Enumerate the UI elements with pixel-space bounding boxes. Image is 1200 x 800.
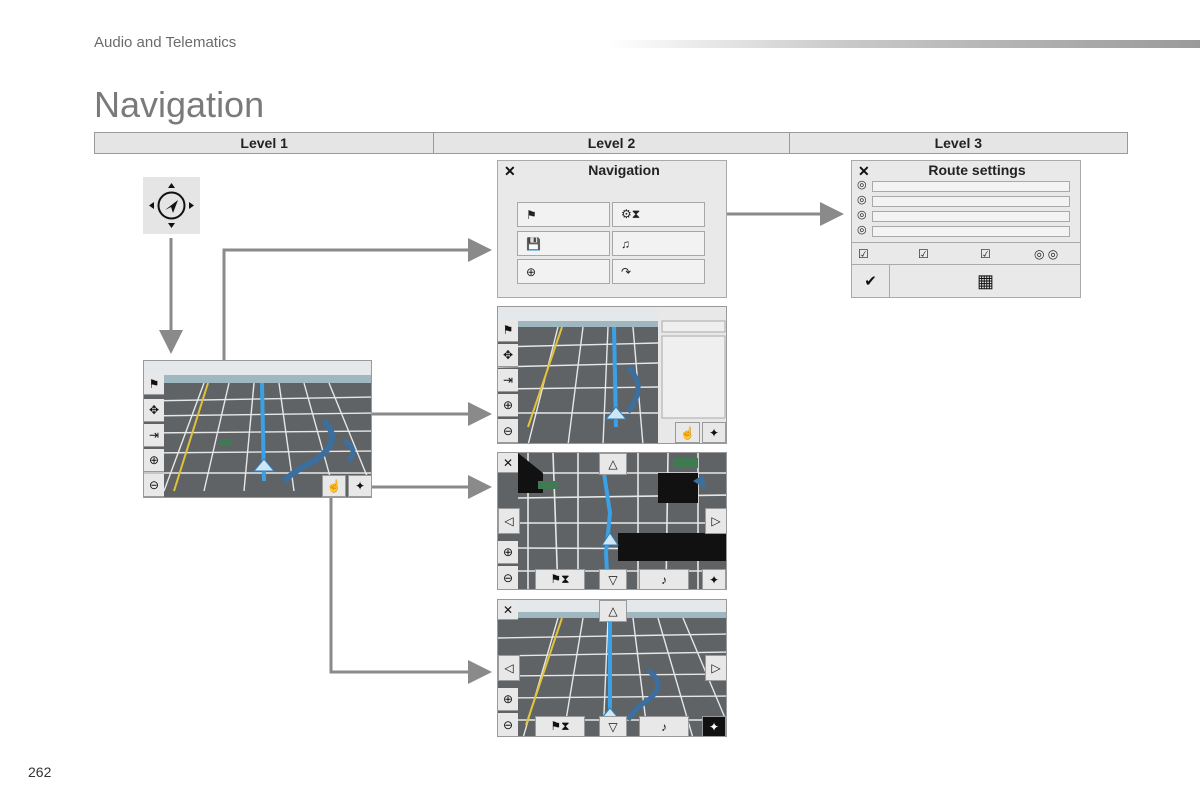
pan-up-button[interactable]: △: [599, 453, 627, 475]
route-settings-title: Route settings: [928, 162, 1026, 178]
zoom-out-button[interactable]: ⊖: [498, 419, 518, 443]
compass-mode-button[interactable]: ✦: [702, 569, 726, 589]
pan-right-button[interactable]: ▷: [705, 508, 726, 534]
zoom-out-button[interactable]: ⊖: [498, 713, 518, 736]
radio-icon: ◎: [857, 224, 867, 236]
save-button[interactable]: 💾: [517, 231, 610, 256]
destination-flag-button[interactable]: ⚑: [498, 319, 518, 342]
radio-icon: ◎: [857, 194, 867, 206]
level2-3d-pan-map[interactable]: ✕ △ ◁ ▷ ⊕ ⊖ ⚑⧗ ▽ ♪ ✦: [497, 599, 727, 737]
route-option-field: [872, 181, 1070, 192]
compass-mode-button-active[interactable]: ✦: [702, 716, 726, 736]
level2-3d-map-list[interactable]: ⚑ ✥ ⇥ ⊕ ⊖ ☝ ✦: [497, 306, 727, 444]
voice-button[interactable]: ♫: [612, 231, 705, 256]
pan-right-button[interactable]: ▷: [705, 655, 726, 681]
checkbox-icon[interactable]: ☑: [918, 247, 929, 261]
exit-button[interactable]: ⇥: [498, 369, 518, 392]
position-icon: ⊕: [526, 264, 537, 279]
zoom-in-button[interactable]: ⊕: [144, 449, 164, 472]
navigation-menu-panel: ✕ Navigation ⚑ ⚙⧗ 💾 ♫ ⊕ ↷: [497, 160, 727, 298]
move-map-button[interactable]: ✥: [144, 399, 164, 422]
show-route-map-button[interactable]: ▦: [891, 265, 1080, 297]
detour-button[interactable]: ↷: [612, 259, 705, 284]
radio-pair-icon[interactable]: ◎ ◎: [1034, 247, 1058, 261]
pan-up-button[interactable]: △: [599, 600, 627, 622]
destination-flag-button[interactable]: ⚑: [144, 373, 164, 395]
pan-down-button[interactable]: ▽: [599, 569, 627, 589]
navigation-menu-title: Navigation: [588, 162, 660, 178]
save-icon: 💾: [526, 236, 541, 251]
check-icon: ✔: [864, 273, 877, 290]
route-option-field: [872, 226, 1070, 237]
note-button[interactable]: ♪: [639, 716, 689, 736]
route-option-row[interactable]: ◎: [852, 178, 1082, 193]
compass-mode-button[interactable]: ✦: [348, 475, 371, 497]
voice-icon: ♫: [621, 236, 630, 251]
route-option-row[interactable]: ◎: [852, 223, 1082, 238]
close-button[interactable]: ✕: [498, 453, 518, 473]
hand-pan-button[interactable]: ☝: [322, 475, 346, 497]
route-option-row[interactable]: ◎: [852, 193, 1082, 208]
checkbox-icon[interactable]: ☑: [858, 247, 869, 261]
level2-flat-map[interactable]: ✕ △ ◁ ▷ ⊕ ⊖ ⚑⧗ ▽ ♪ ✦: [497, 452, 727, 590]
pan-down-button[interactable]: ▽: [599, 716, 627, 736]
compass-button[interactable]: [143, 177, 200, 234]
hand-pan-button[interactable]: ☝: [675, 422, 700, 443]
arrow-hand-to-panmap: [329, 497, 492, 684]
move-map-button[interactable]: ✥: [498, 344, 518, 367]
route-settings-icon: ⚙⧗: [621, 207, 641, 221]
zoom-out-button[interactable]: ⊖: [498, 566, 518, 589]
map-grid-icon: ▦: [976, 270, 994, 291]
pan-left-button[interactable]: ◁: [498, 655, 520, 681]
note-button[interactable]: ♪: [639, 569, 689, 589]
zoom-in-button[interactable]: ⊕: [498, 394, 518, 417]
zoom-in-button[interactable]: ⊕: [498, 541, 518, 564]
close-button[interactable]: ✕: [498, 600, 518, 620]
destination-button[interactable]: ⚑: [517, 202, 610, 227]
position-button[interactable]: ⊕: [517, 259, 610, 284]
route-option-field: [872, 211, 1070, 222]
radio-icon: ◎: [857, 209, 867, 221]
route-option-row[interactable]: ◎: [852, 208, 1082, 223]
zoom-out-button[interactable]: ⊖: [144, 474, 164, 497]
zoom-in-button[interactable]: ⊕: [498, 688, 518, 711]
page-number: 262: [28, 764, 52, 780]
confirm-button[interactable]: ✔: [852, 265, 890, 297]
route-option-field: [872, 196, 1070, 207]
compass-icon: [149, 183, 194, 228]
route-settings-panel: ✕ Route settings ◎ ◎ ◎ ◎ ☑ ☑ ☑ ◎ ◎ ✔ ▦: [851, 160, 1081, 298]
exit-button[interactable]: ⇥: [144, 424, 164, 447]
destination-button[interactable]: ⚑⧗: [535, 569, 585, 589]
checkbox-icon[interactable]: ☑: [980, 247, 991, 261]
level1-3d-map[interactable]: ⚑ ✥ ⇥ ⊕ ⊖ ☝ ✦: [143, 360, 372, 498]
radio-icon: ◎: [857, 179, 867, 191]
pan-left-button[interactable]: ◁: [498, 508, 520, 534]
route-settings-button[interactable]: ⚙⧗: [612, 202, 705, 227]
divider: [852, 242, 1080, 243]
detour-icon: ↷: [621, 264, 632, 279]
destination-flag-icon: ⚑: [526, 207, 537, 222]
destination-button[interactable]: ⚑⧗: [535, 716, 585, 736]
compass-mode-button[interactable]: ✦: [702, 422, 726, 443]
